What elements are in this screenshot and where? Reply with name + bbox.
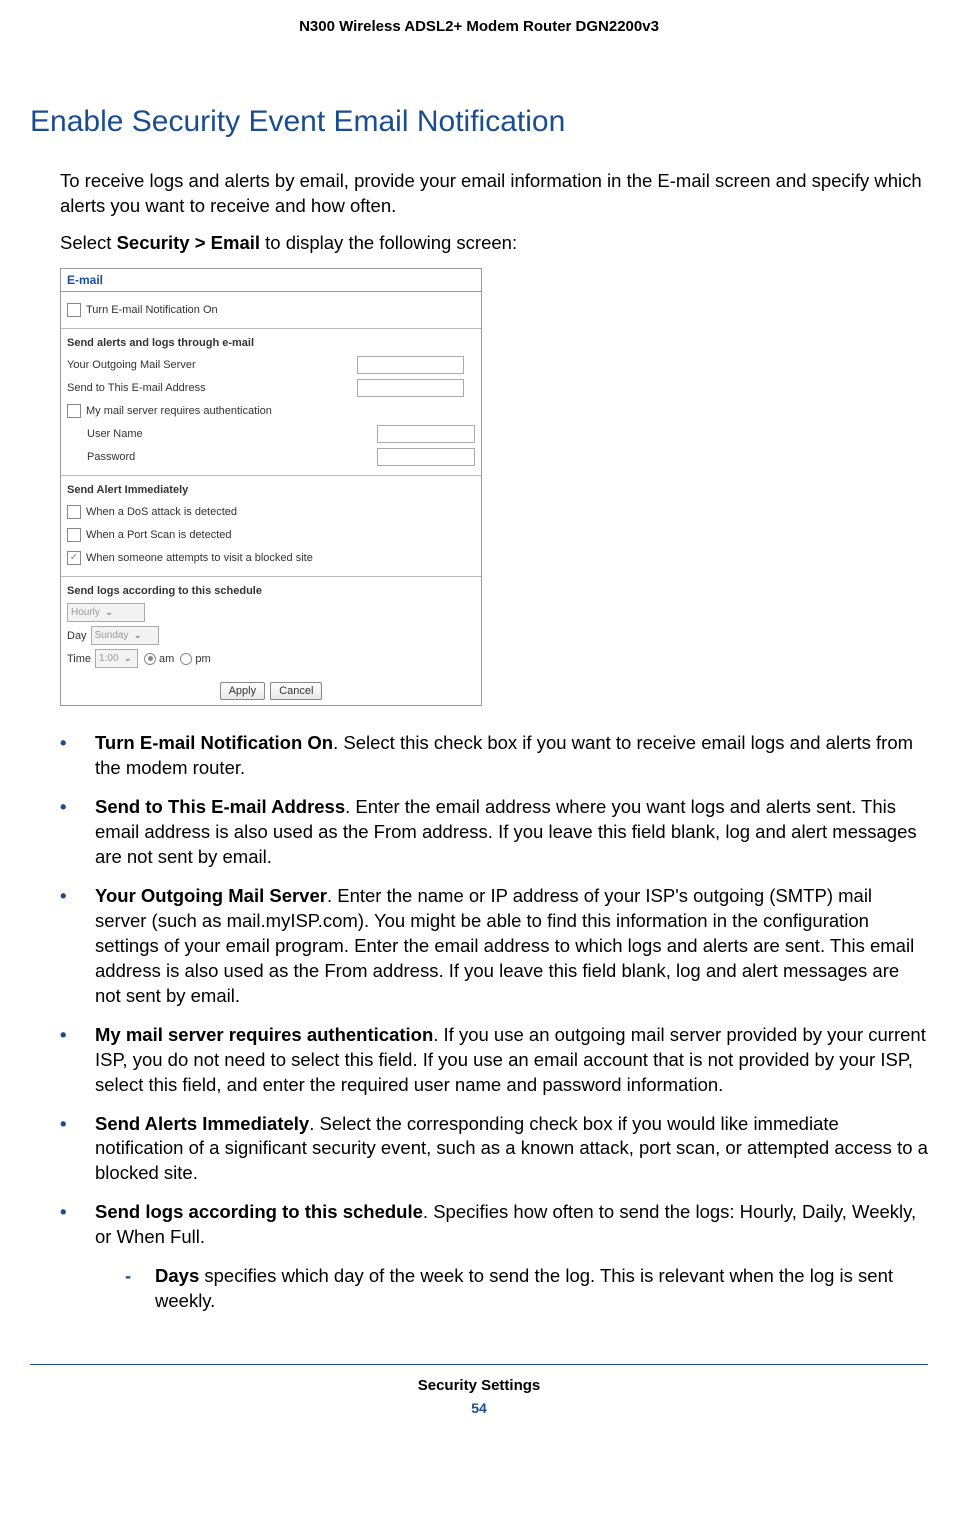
bullet-bold: Send Alerts Immediately [95, 1113, 309, 1134]
send-through-heading: Send alerts and logs through e-mail [67, 334, 475, 352]
intro2-pre: Select [60, 232, 117, 253]
blocked-label: When someone attempts to visit a blocked… [86, 552, 313, 564]
schedule-heading: Send logs according to this schedule [67, 582, 475, 600]
apply-button[interactable]: Apply [220, 682, 266, 700]
bullet-item: • Send Alerts Immediately. Select the co… [60, 1112, 928, 1187]
am-label: am [159, 653, 174, 665]
bullet-marker-icon: • [60, 884, 95, 1009]
day-label: Day [67, 630, 87, 642]
bullet-marker-icon: • [60, 1023, 95, 1098]
pm-radio[interactable] [180, 653, 192, 665]
dash-marker-icon: - [125, 1264, 155, 1314]
am-radio[interactable] [144, 653, 156, 665]
password-input[interactable] [377, 448, 475, 466]
dos-label: When a DoS attack is detected [86, 506, 237, 518]
send-to-input[interactable] [357, 379, 464, 397]
document-header: N300 Wireless ADSL2+ Modem Router DGN220… [30, 18, 928, 35]
bullet-item: • Your Outgoing Mail Server. Enter the n… [60, 884, 928, 1009]
bullet-item: • Turn E-mail Notification On. Select th… [60, 731, 928, 781]
bullet-item: • My mail server requires authentication… [60, 1023, 928, 1098]
bullet-list: • Turn E-mail Notification On. Select th… [60, 731, 928, 1314]
outgoing-server-label: Your Outgoing Mail Server [67, 359, 357, 371]
auth-label: My mail server requires authentication [86, 405, 272, 417]
time-label: Time [67, 653, 91, 665]
password-label: Password [67, 451, 377, 463]
day-select[interactable]: Sunday [91, 626, 159, 645]
bullet-bold: Send logs according to this schedule [95, 1201, 423, 1222]
schedule-select[interactable]: Hourly [67, 603, 145, 622]
auth-checkbox[interactable] [67, 404, 81, 418]
sub-bullet-text: specifies which day of the week to send … [155, 1265, 893, 1311]
bullet-marker-icon: • [60, 795, 95, 870]
turn-on-checkbox[interactable] [67, 303, 81, 317]
time-select[interactable]: 1:00 [95, 649, 138, 668]
bullet-item: • Send to This E-mail Address. Enter the… [60, 795, 928, 870]
bullet-marker-icon: • [60, 731, 95, 781]
alert-heading: Send Alert Immediately [67, 481, 475, 499]
portscan-checkbox[interactable] [67, 528, 81, 542]
sub-bullet-bold: Days [155, 1265, 199, 1286]
bullet-marker-icon: • [60, 1112, 95, 1187]
intro2-bold: Security > Email [117, 232, 260, 253]
send-to-label: Send to This E-mail Address [67, 382, 357, 394]
dos-checkbox[interactable] [67, 505, 81, 519]
bullet-bold: Turn E-mail Notification On [95, 732, 333, 753]
cancel-button[interactable]: Cancel [270, 682, 322, 700]
footer-title: Security Settings [38, 1373, 920, 1394]
blocked-checkbox[interactable] [67, 551, 81, 565]
bullet-item: • Send logs according to this schedule. … [60, 1200, 928, 1250]
page-footer: Security Settings 54 [30, 1364, 928, 1424]
intro2-post: to display the following screen: [260, 232, 517, 253]
bullet-bold: Send to This E-mail Address [95, 796, 345, 817]
bullet-marker-icon: • [60, 1200, 95, 1250]
outgoing-server-input[interactable] [357, 356, 464, 374]
intro-paragraph-1: To receive logs and alerts by email, pro… [60, 169, 928, 219]
username-label: User Name [67, 428, 377, 440]
ss-panel-title: E-mail [61, 269, 481, 292]
sub-bullet-item: - Days specifies which day of the week t… [125, 1264, 928, 1314]
bullet-bold: My mail server requires authentication [95, 1024, 433, 1045]
footer-page-number: 54 [38, 1400, 920, 1416]
email-config-screenshot: E-mail Turn E-mail Notification On Send … [60, 268, 482, 706]
section-heading: Enable Security Event Email Notification [30, 105, 928, 139]
intro-paragraph-2: Select Security > Email to display the f… [60, 231, 928, 256]
turn-on-label: Turn E-mail Notification On [86, 304, 218, 316]
portscan-label: When a Port Scan is detected [86, 529, 232, 541]
username-input[interactable] [377, 425, 475, 443]
bullet-bold: Your Outgoing Mail Server [95, 885, 327, 906]
pm-label: pm [195, 653, 210, 665]
